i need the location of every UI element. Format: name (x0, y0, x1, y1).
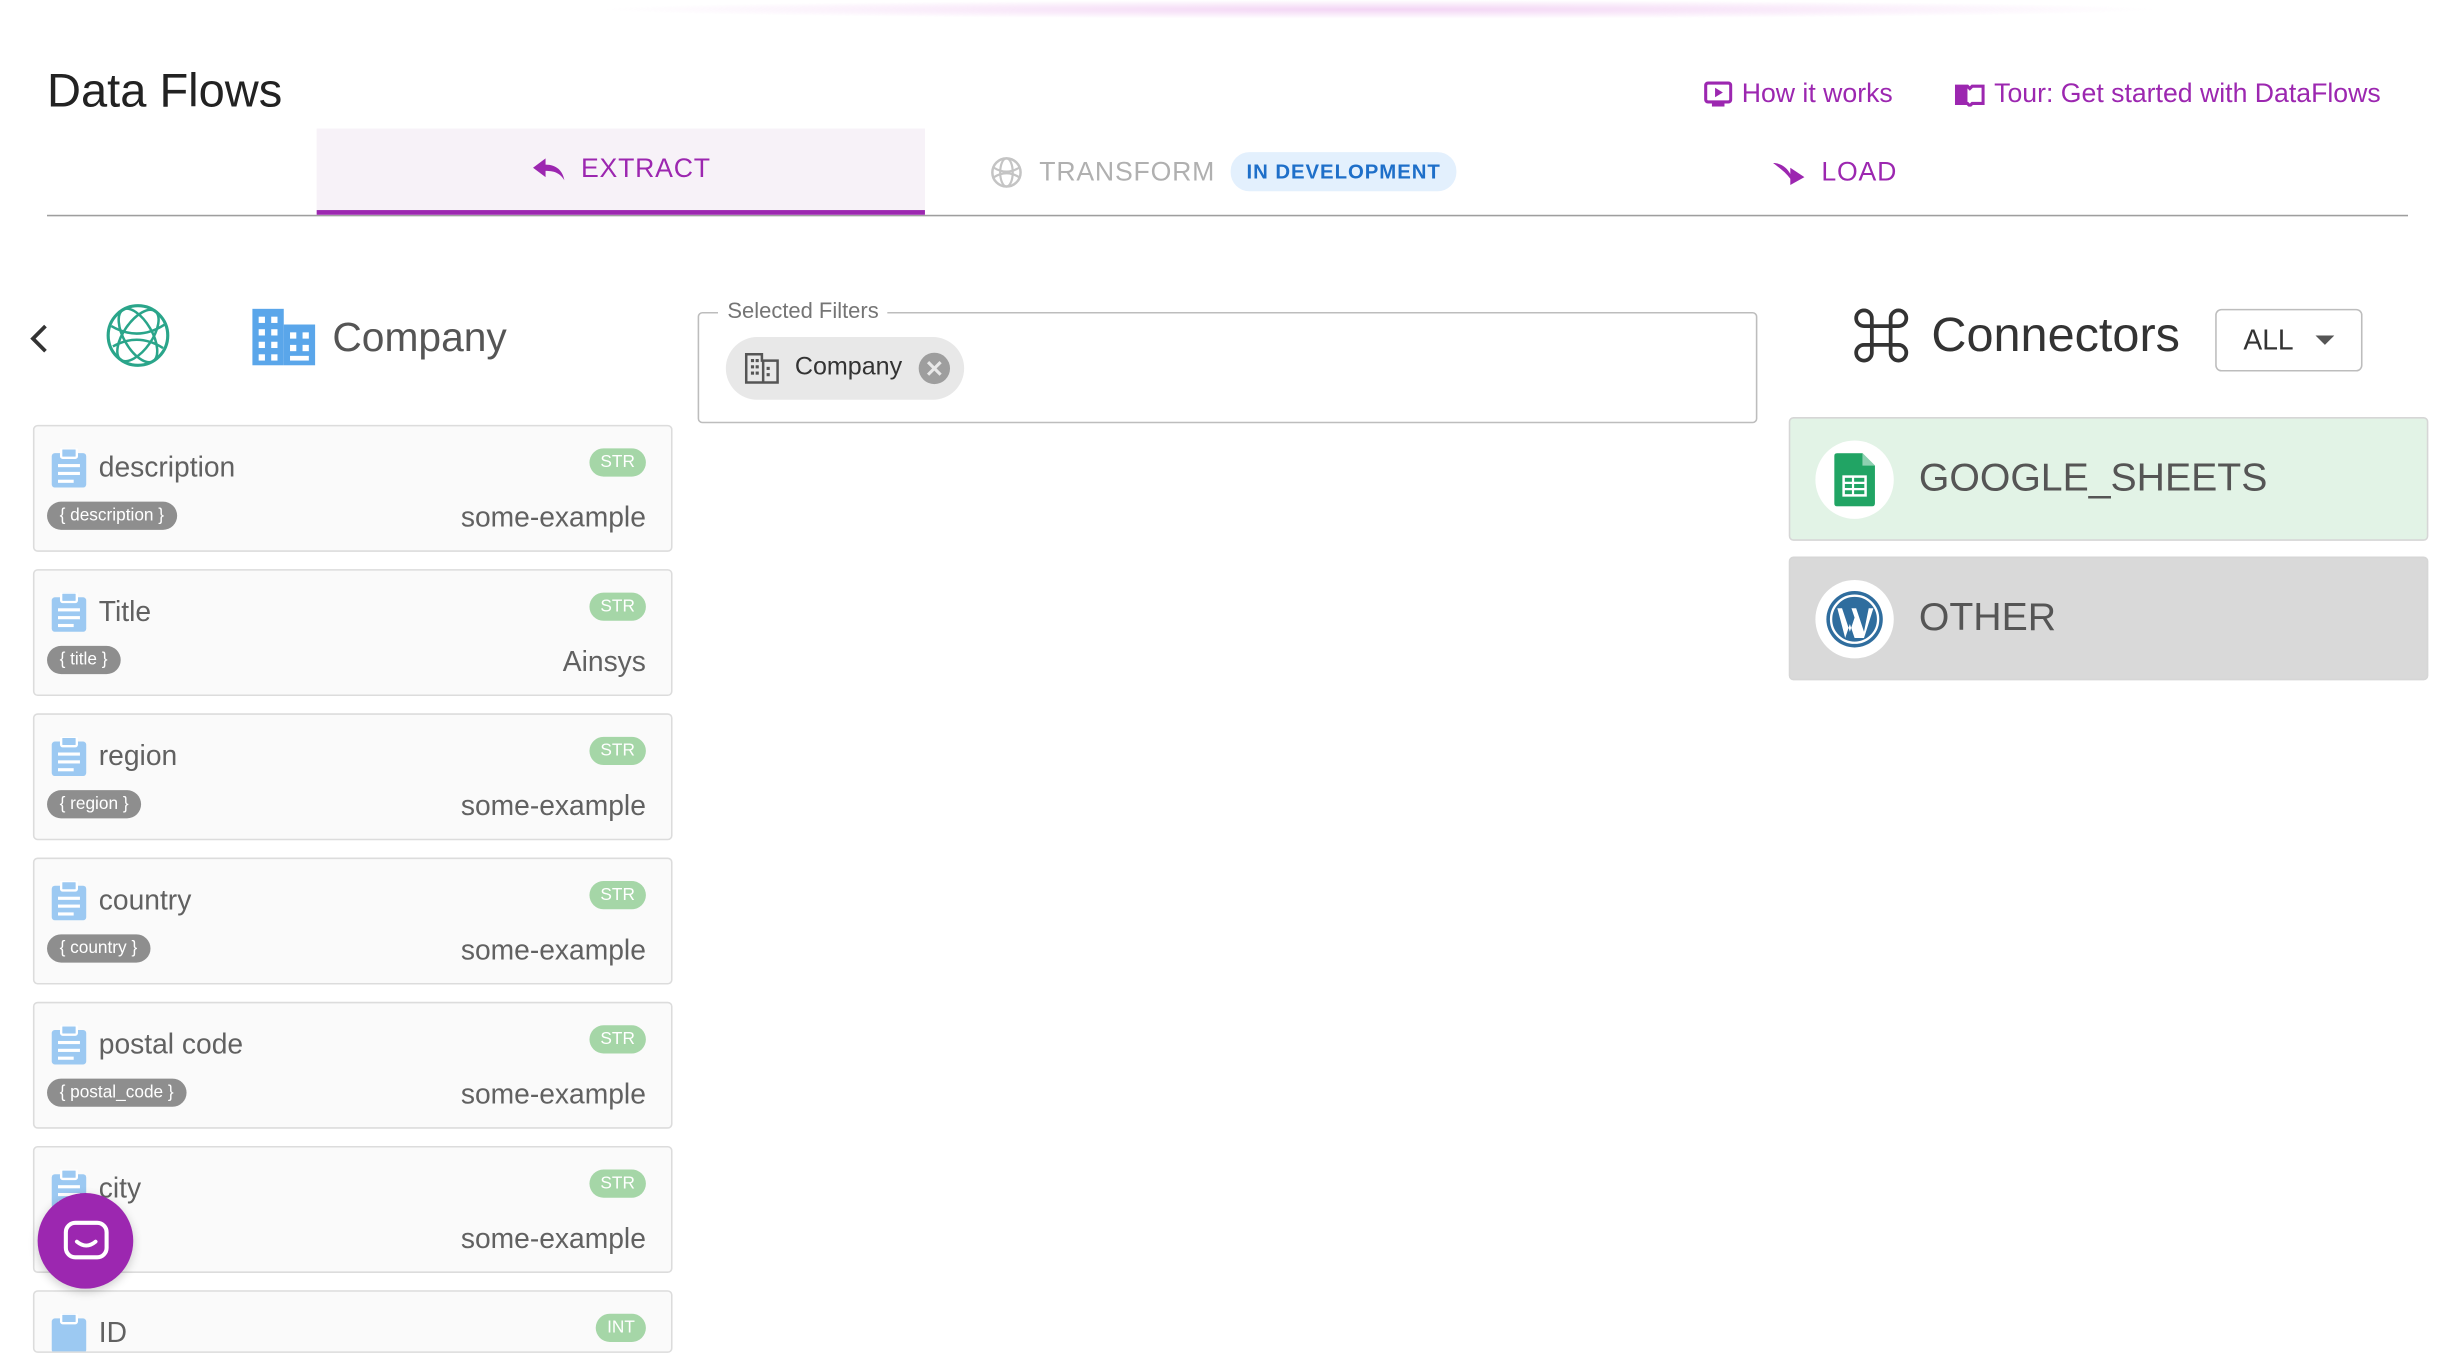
connector-label: GOOGLE_SHEETS (1918, 456, 2268, 501)
field-example: some-example (460, 790, 646, 822)
wordpress-icon (1826, 590, 1883, 647)
field-type-badge: STR (589, 881, 646, 910)
filter-chip-company[interactable]: Company (725, 337, 965, 400)
tab-load[interactable]: LOAD (1693, 129, 1975, 215)
connector-other[interactable]: OTHER (1788, 556, 2429, 681)
clipboard-icon (51, 1025, 87, 1065)
field-key-badge: { description } (47, 501, 177, 530)
caret-down-icon (2315, 335, 2335, 345)
field-name: Title (98, 595, 152, 628)
in-development-badge: IN DEVELOPMENT (1230, 152, 1457, 192)
globe-logo (103, 301, 172, 378)
play-screen-icon (1704, 81, 1733, 107)
command-key-icon (1854, 308, 1909, 363)
field-card-title[interactable]: Title STR { title } Ainsys (32, 569, 673, 697)
how-it-works-label: How it works (1741, 78, 1893, 109)
field-example: some-example (460, 1078, 646, 1110)
reply-arrow-icon (532, 158, 564, 181)
field-type-badge: INT (596, 1313, 646, 1342)
selected-filters-box: Selected Filters Company (697, 297, 1758, 424)
field-example: some-example (460, 1222, 646, 1255)
connectors-title: Connectors (1931, 307, 2180, 363)
back-button[interactable] (25, 321, 53, 363)
how-it-works-link[interactable]: How it works (1704, 78, 1893, 109)
field-name: description (98, 451, 236, 483)
building-icon (252, 308, 316, 366)
field-key-badge: { postal_code } (47, 1078, 187, 1107)
field-type-badge: STR (589, 592, 646, 621)
book-icon (1954, 83, 1985, 106)
close-circle-icon (919, 352, 951, 385)
remove-filter-button[interactable] (918, 351, 952, 385)
globe-outline-icon (990, 156, 1022, 188)
field-name: country (98, 884, 192, 916)
connector-filter-value: ALL (2243, 323, 2294, 356)
entity-header: Company (251, 307, 507, 367)
field-key-badge: { country } (47, 934, 150, 963)
field-name: ID (98, 1316, 127, 1349)
connectors-header: Connectors (1853, 307, 2180, 363)
field-example: some-example (460, 934, 646, 966)
selected-filters-legend: Selected Filters (718, 297, 889, 323)
chevron-left-icon (30, 324, 47, 353)
app-stage: Data Flows How it works Tour: Get starte… (0, 0, 2458, 1353)
page-title: Data Flows (47, 65, 283, 118)
field-card-region[interactable]: region STR { region } some-example (32, 713, 673, 841)
wordpress-logo (1815, 579, 1894, 658)
google-sheets-icon (1834, 452, 1875, 506)
tab-transform[interactable]: TRANSFORM IN DEVELOPMENT (956, 129, 1489, 215)
field-name: region (98, 739, 178, 772)
forward-arrow-icon (1772, 162, 1805, 185)
tour-label: Tour: Get started with DataFlows (1994, 78, 2381, 109)
globe-icon (106, 304, 170, 367)
entity-name: Company (332, 312, 507, 360)
building-outline-icon (744, 353, 779, 384)
connector-label: OTHER (1918, 595, 2057, 640)
tab-transform-label: TRANSFORM (1039, 155, 1216, 186)
clipboard-icon (51, 448, 87, 488)
field-card-country[interactable]: country STR { country } some-example (32, 857, 673, 985)
filter-chip-label: Company (794, 354, 903, 381)
connector-filter-select[interactable]: ALL (2215, 308, 2363, 372)
field-type-badge: STR (589, 1169, 646, 1198)
chat-icon (63, 1219, 108, 1259)
clipboard-icon (51, 592, 87, 632)
field-key-badge: { title } (47, 645, 121, 675)
field-type-badge: STR (589, 448, 646, 477)
flow-tabs: EXTRACT TRANSFORM IN DEVELOPMENT LOAD (47, 128, 2408, 217)
field-key-badge: { region } (47, 790, 142, 819)
top-gradient-glow (595, 0, 2164, 19)
field-example: some-example (460, 501, 646, 534)
clipboard-icon (51, 881, 87, 921)
chat-launcher-button[interactable] (37, 1193, 134, 1289)
field-card-id[interactable]: ID INT (32, 1290, 673, 1353)
field-type-badge: STR (589, 736, 646, 766)
clipboard-icon (51, 1313, 87, 1352)
field-type-badge: STR (589, 1025, 646, 1054)
clipboard-icon (51, 736, 87, 777)
field-name: postal code (98, 1028, 244, 1060)
connector-google-sheets[interactable]: GOOGLE_SHEETS (1788, 417, 2429, 541)
field-card-description[interactable]: description STR { description } some-exa… (32, 424, 673, 552)
tab-load-label: LOAD (1821, 155, 1898, 186)
google-sheets-logo (1815, 439, 1894, 519)
field-example: Ainsys (562, 645, 646, 678)
tab-extract-label: EXTRACT (580, 153, 711, 184)
tab-extract[interactable]: EXTRACT (316, 128, 925, 215)
tour-link[interactable]: Tour: Get started with DataFlows (1954, 78, 2381, 109)
field-card-postal-code[interactable]: postal code STR { postal_code } some-exa… (32, 1001, 673, 1129)
